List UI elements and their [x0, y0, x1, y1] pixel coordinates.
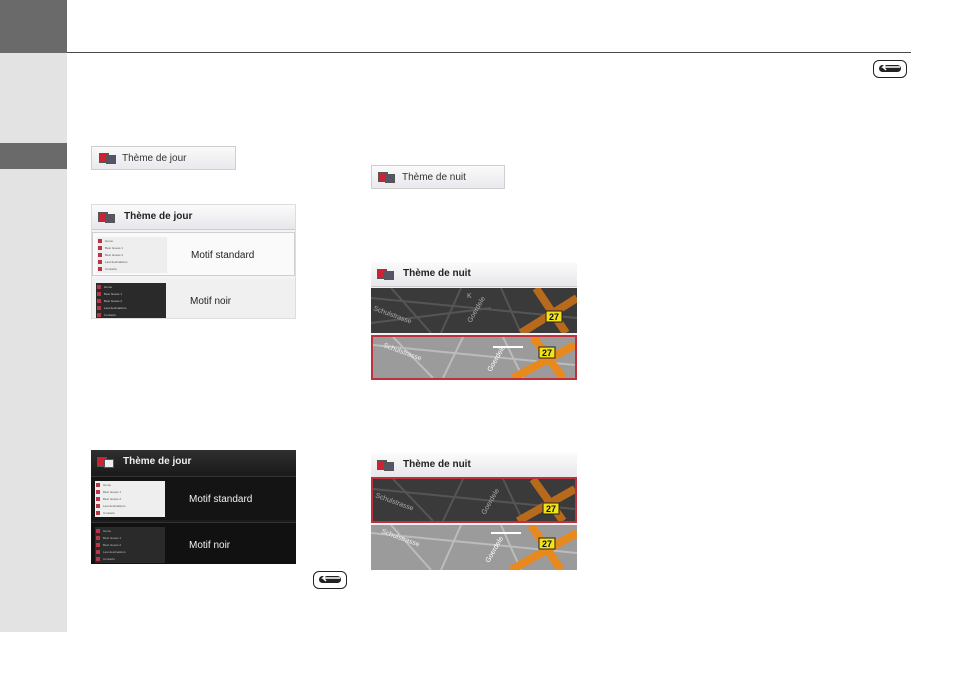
back-button-icon	[873, 60, 907, 78]
black-thumbnail: Home Best Guess 1 Best Guess 2 Last destina…	[95, 527, 165, 563]
night-theme-label: Thème de nuit	[402, 172, 466, 183]
header-rule	[67, 52, 911, 53]
day-map-option[interactable]: Schulstrasse Goerdele 27	[371, 525, 577, 570]
back-button-icon	[313, 571, 347, 589]
route-number: 27	[542, 348, 552, 358]
option-black-label: Motif noir	[190, 296, 232, 307]
option-standard[interactable]: Home Best Guess 1 Best Guess 2 Last destina…	[91, 476, 296, 520]
screen-header: Thème de nuit	[371, 453, 577, 478]
chapter-tab-current	[0, 143, 67, 169]
option-black[interactable]: Home Best Guess 1 Best Guess 2 Last destina…	[92, 279, 295, 318]
screen-title: Thème de jour	[123, 456, 192, 467]
black-thumbnail: Home Best Guess 1 Best Guess 2 Last destina…	[96, 283, 166, 318]
street-label: Goerdele	[485, 535, 506, 564]
theme-icon	[99, 153, 116, 164]
option-standard[interactable]: Home Best Guess 1 Best Guess 2 Last destina…	[92, 232, 295, 276]
night-theme-screen-2: Thème de nuit Schulstrasse Goerdele 27 S…	[371, 453, 577, 570]
street-label: K	[467, 293, 472, 300]
night-map-option[interactable]: Schulstrasse Goerdele K 27	[371, 288, 577, 333]
street-label: Schulstrasse	[380, 528, 420, 548]
chapter-tab-top	[0, 0, 67, 53]
option-black[interactable]: Home Best Guess 1 Best Guess 2 Last destina…	[91, 522, 296, 564]
screen-header: Thème de nuit	[371, 262, 577, 287]
standard-thumbnail: Home Best Guess 1 Best Guess 2 Last destina…	[97, 237, 167, 273]
day-theme-screen-light: Thème de jour Home Best Guess 1 Best Guess…	[91, 204, 296, 319]
option-black-label: Motif noir	[189, 540, 231, 551]
night-map-option-selected[interactable]: Schulstrasse Goerdele 27	[371, 477, 577, 523]
day-map-option-selected[interactable]: Schulstrasse Goerdele 27	[371, 335, 577, 380]
day-theme-screen-dark: Thème de jour Home Best Guess 1 Best Guess…	[91, 450, 296, 564]
chapter-sidebar	[0, 0, 67, 632]
screen-header: Thème de jour	[92, 205, 295, 230]
theme-icon	[378, 172, 395, 183]
route-number: 27	[542, 539, 552, 549]
route-number: 27	[546, 504, 556, 514]
day-theme-label: Thème de jour	[122, 153, 187, 164]
screen-header: Thème de jour	[91, 450, 296, 474]
screen-title: Thème de nuit	[403, 268, 471, 279]
screen-title: Thème de jour	[124, 211, 193, 222]
route-number: 27	[549, 312, 559, 322]
screen-title: Thème de nuit	[403, 459, 471, 470]
day-theme-menu-item[interactable]: Thème de jour	[91, 146, 236, 170]
standard-thumbnail: Home Best Guess 1 Best Guess 2 Last destina…	[95, 481, 165, 517]
night-theme-menu-item[interactable]: Thème de nuit	[371, 165, 505, 189]
night-theme-screen-1: Thème de nuit Schulstrasse Goerdele K 27…	[371, 262, 577, 380]
option-standard-label: Motif standard	[191, 250, 255, 261]
option-standard-label: Motif standard	[189, 494, 253, 505]
